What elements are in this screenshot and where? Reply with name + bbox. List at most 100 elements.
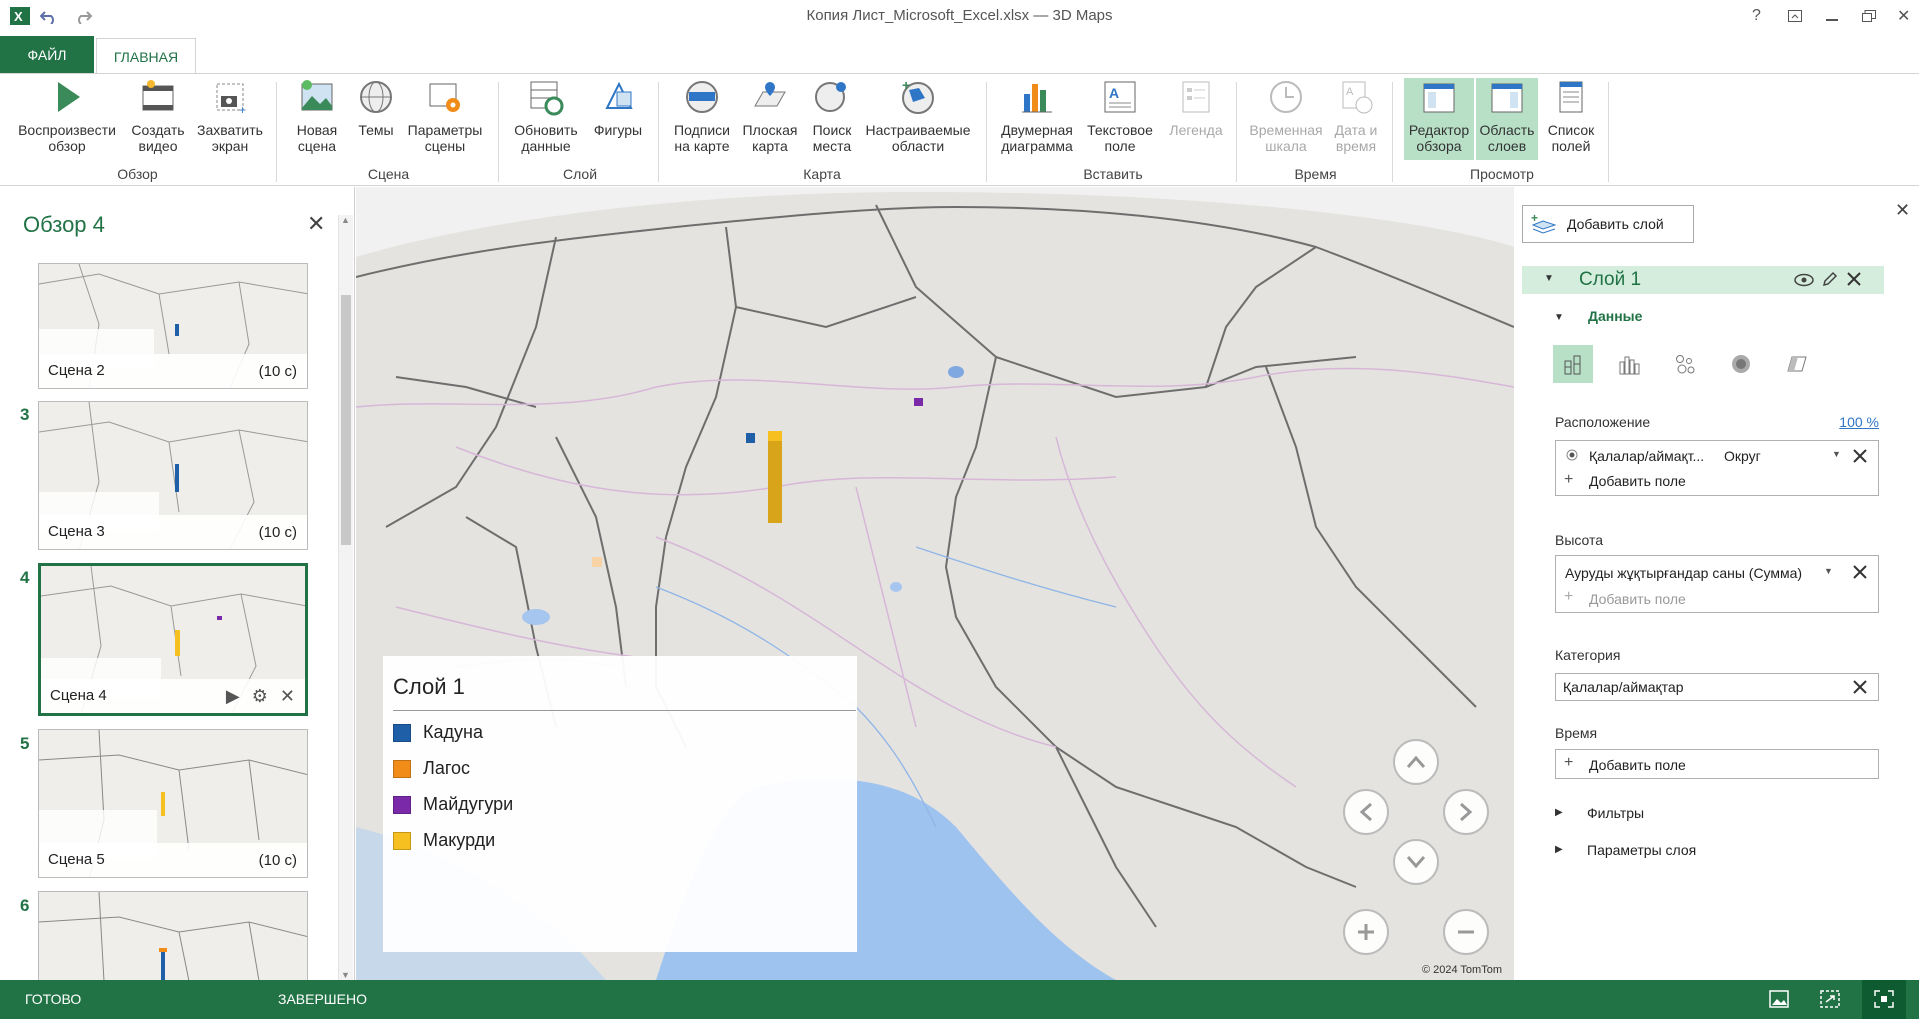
title-bar: X Копия Лист_Microsoft_Excel.xlsx — 3D M… [0,0,1919,32]
delete-layer-icon[interactable] [1846,271,1862,287]
delete-scene-icon[interactable]: ✕ [280,686,295,707]
scene-thumbnail[interactable]: Сцена 5 (10 с) [38,729,308,878]
scene-thumbnail[interactable] [38,891,308,980]
gear-icon[interactable]: ⚙ [252,686,268,707]
layer-name[interactable]: Слой 1 [1579,269,1641,291]
add-field-icon[interactable]: + [1564,471,1573,489]
new-scene-button[interactable]: Новая сцена [286,78,348,154]
aggregation-dropdown-icon[interactable]: ▼ [1824,566,1833,576]
rotate-left-button[interactable] [1343,789,1389,835]
tab-home[interactable]: ГЛАВНАЯ [96,38,196,75]
legend-item-label: Макурди [423,830,496,850]
data-column-kaduna[interactable] [746,433,755,443]
close-tour-pane-icon[interactable]: ✕ [307,211,325,237]
clustered-column-viz-button[interactable] [1609,345,1649,383]
group-map-label: Карта [803,166,841,182]
location-type-dropdown-icon[interactable]: ▼ [1832,449,1841,459]
scene-thumbnail-selected[interactable]: Сцена 4 ▶ ⚙ ✕ [38,563,308,716]
play-scene-icon[interactable]: ▶ [226,686,240,707]
location-confidence-link[interactable]: 100 % [1839,414,1879,430]
scene-thumbnail[interactable]: Сцена 2 (10 с) [38,263,308,389]
find-location-button[interactable]: Поиск места [804,78,860,154]
legend-button[interactable]: Легенда [1160,78,1232,138]
fit-screen-icon[interactable] [1820,990,1840,1008]
custom-regions-button[interactable]: + Настраиваемые области [862,78,974,154]
map-labels-button[interactable]: Подписи на карте [668,78,736,154]
location-field-name[interactable]: Қалалар/аймақт... [1589,448,1704,464]
add-height-field[interactable]: Добавить поле [1589,591,1686,607]
timeline-button[interactable]: Временная шкала [1246,78,1326,154]
stacked-column-viz-button[interactable] [1553,345,1593,383]
clock-icon [1270,81,1302,113]
scrollbar-thumb[interactable] [341,295,351,545]
refresh-data-button[interactable]: Обновить данные [508,78,584,154]
minimize-icon[interactable] [1826,6,1838,26]
scene-thumbnail[interactable]: Сцена 3 (10 с) [38,401,308,550]
height-field-name[interactable]: Ауруды жұқтырғандар саны (Сумма) [1565,565,1802,581]
svg-text:A: A [1346,86,1354,98]
rotate-right-button[interactable] [1443,789,1489,835]
add-field-icon[interactable]: + [1564,588,1573,606]
shapes-button[interactable]: Фигуры [588,78,648,138]
text-box-button[interactable]: A Текстовое поле [1082,78,1158,154]
snapshot-icon[interactable] [1769,990,1789,1008]
create-video-button[interactable]: Создать видео [126,78,190,154]
flat-map-button[interactable]: Плоская карта [738,78,802,154]
tab-file[interactable]: ФАЙЛ [0,36,94,74]
chart-2d-button[interactable]: Двумерная диаграмма [996,78,1078,154]
map-view[interactable]: Слой 1 Кадуна Лагос Майдугури Макурди © … [356,187,1514,980]
expand-layer-options-icon[interactable]: ▶ [1555,844,1563,855]
close-layer-pane-icon[interactable]: ✕ [1895,200,1910,221]
scroll-down-icon[interactable]: ▼ [341,970,350,980]
eye-icon[interactable] [1794,273,1814,287]
restore-icon[interactable] [1862,6,1876,26]
region-viz-button[interactable] [1777,345,1817,383]
add-time-field[interactable]: Добавить поле [1589,757,1686,773]
scroll-up-icon[interactable]: ▲ [341,215,350,225]
text-box-icon: A [1104,81,1136,113]
add-location-field[interactable]: Добавить поле [1589,473,1686,489]
capture-screen-button[interactable]: + Захватить экран [194,78,266,154]
filters-section[interactable]: Фильтры [1587,805,1644,821]
radio-selected-icon[interactable] [1566,449,1578,461]
tour-editor-button[interactable]: Редактор обзора [1404,78,1474,160]
bubble-viz-button[interactable] [1665,345,1705,383]
category-field-name[interactable]: Қалалар/аймақтар [1563,679,1684,695]
height-label: Высота [1555,532,1604,548]
zoom-out-button[interactable] [1443,909,1489,955]
map-legend[interactable]: Слой 1 Кадуна Лагос Майдугури Макурди [383,656,857,952]
tilt-down-button[interactable] [1393,839,1439,885]
tilt-up-button[interactable] [1393,739,1439,785]
tour-scrollbar[interactable]: ▲ ▼ [338,215,353,980]
date-time-label: Дата и время [1334,122,1378,154]
scene-options-button[interactable]: Параметры сцены [404,78,486,154]
themes-button[interactable]: Темы [352,78,400,138]
remove-height-icon[interactable] [1852,564,1868,580]
field-list-button[interactable]: Список полей [1540,78,1602,154]
play-tour-button[interactable]: Воспроизвести обзор [12,78,122,154]
heatmap-viz-button[interactable] [1721,345,1761,383]
add-field-icon[interactable]: + [1564,754,1573,772]
remove-category-icon[interactable] [1852,679,1868,695]
help-icon[interactable]: ? [1752,6,1761,26]
scene-number: 5 [20,734,30,753]
date-time-button[interactable]: A Дата и время [1328,78,1384,154]
layer-pane-button[interactable]: Область слоев [1476,78,1538,160]
full-screen-button[interactable] [1862,980,1906,1019]
collapse-layer-icon[interactable]: ▼ [1544,273,1554,284]
ribbon-display-icon[interactable] [1788,6,1802,26]
data-column-lagos[interactable] [592,557,602,567]
remove-location-icon[interactable] [1852,448,1868,464]
add-layer-button[interactable]: + Добавить слой [1522,205,1694,243]
close-window-icon[interactable]: ✕ [1897,6,1910,26]
data-column-maiduguri[interactable] [914,398,923,406]
location-type-select[interactable]: Округ [1724,448,1761,464]
layer-options-section[interactable]: Параметры слоя [1587,842,1696,858]
zoom-in-button[interactable] [1343,909,1389,955]
data-column-makurdi[interactable] [768,431,782,523]
collapse-data-icon[interactable]: ▼ [1554,312,1564,323]
expand-filters-icon[interactable]: ▶ [1555,807,1563,818]
edit-pencil-icon[interactable] [1822,271,1838,287]
layer-header[interactable]: ▼ Слой 1 [1522,266,1884,294]
time-field-box[interactable]: + Добавить поле [1555,749,1879,779]
